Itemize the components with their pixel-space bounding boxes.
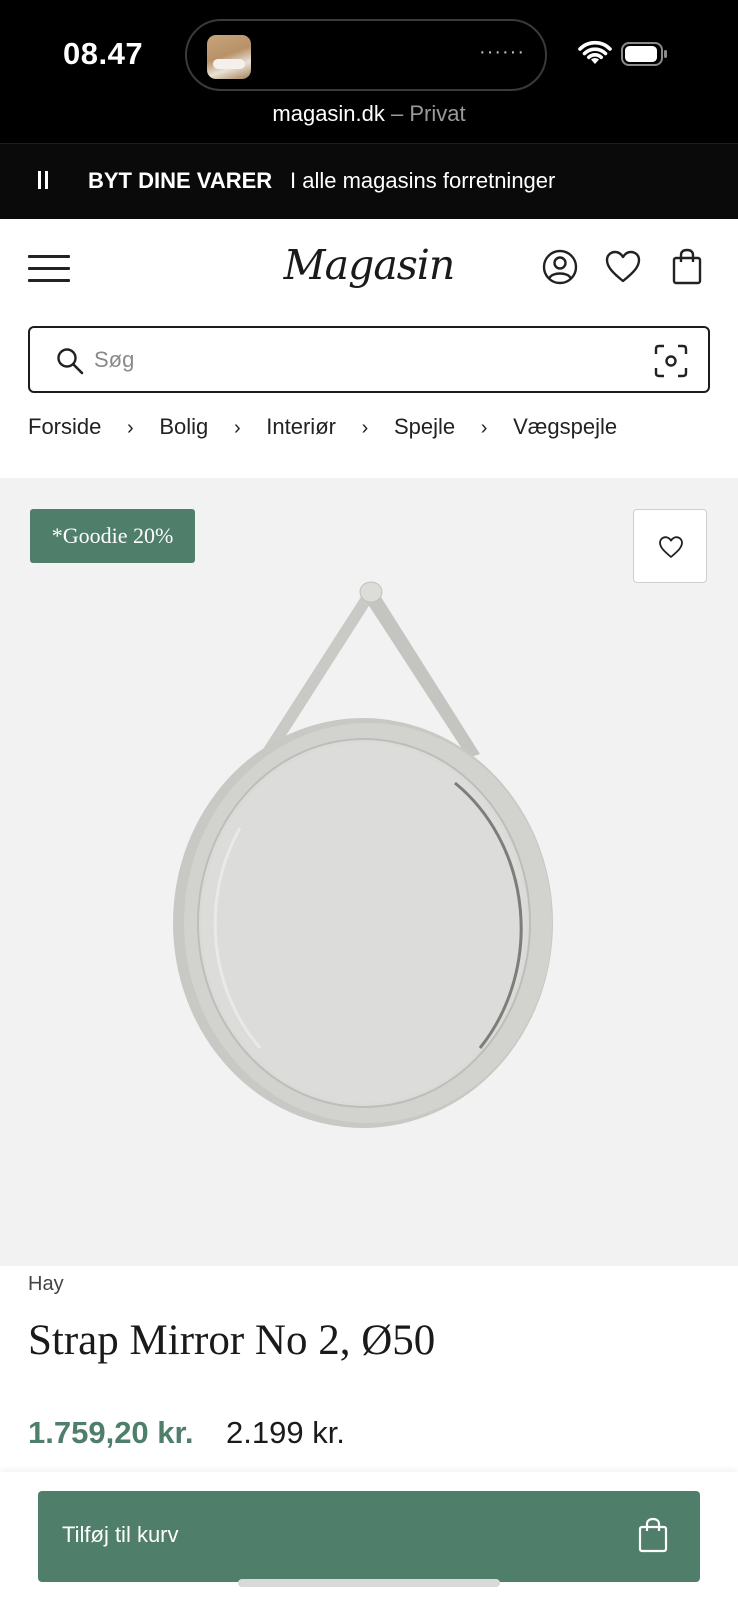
chevron-right-icon: › <box>480 417 488 439</box>
promo-headline: BYT DINE VARER <box>88 168 273 193</box>
breadcrumb-item[interactable]: Spejle <box>394 414 455 440</box>
url-bar[interactable]: magasin.dk – Privat <box>0 101 738 127</box>
battery-icon <box>621 42 667 66</box>
product-title: Strap Mirror No 2, Ø50 <box>28 1317 436 1364</box>
add-to-cart-label: Tilføj til kurv <box>62 1522 179 1547</box>
account-icon[interactable] <box>540 247 580 287</box>
search-bar[interactable] <box>28 326 710 393</box>
wifi-icon <box>578 40 612 64</box>
pause-icon[interactable] <box>37 171 49 191</box>
bag-icon <box>638 1517 668 1553</box>
discount-badge: *Goodie 20% <box>30 509 195 563</box>
sale-price: 1.759,20 kr. <box>28 1415 194 1450</box>
promo-subtext: I alle magasins forretninger <box>290 168 556 193</box>
private-mode-label: – Privat <box>384 101 466 126</box>
home-indicator[interactable] <box>238 1579 500 1587</box>
dots-indicator: ······ <box>479 41 525 63</box>
search-input[interactable] <box>94 342 614 378</box>
site-header: Magasin <box>0 219 738 319</box>
promo-banner[interactable]: BYT DINE VARER I alle magasins forretnin… <box>0 143 738 219</box>
breadcrumb-item[interactable]: Interiør <box>266 414 336 440</box>
chevron-right-icon: › <box>361 417 369 439</box>
add-to-cart-button[interactable]: Tilføj til kurv <box>38 1491 700 1582</box>
breadcrumb-item[interactable]: Forside <box>28 414 101 440</box>
url-domain: magasin.dk <box>272 101 385 126</box>
breadcrumb: Forside › Bolig › Interiør › Spejle › Vægspejle <box>28 414 617 444</box>
status-time: 08.47 <box>63 36 144 71</box>
original-price: 2.199 kr. <box>226 1415 345 1450</box>
bag-icon[interactable] <box>667 247 707 287</box>
camera-scan-icon[interactable] <box>654 344 688 378</box>
product-image-mirror <box>173 581 553 1128</box>
add-to-wishlist-button[interactable] <box>633 509 707 583</box>
browser-status-bar: 08.47 ······ magasin.dk – Privat <box>0 0 738 143</box>
media-thumbnail <box>207 35 251 79</box>
breadcrumb-item[interactable]: Vægspejle <box>513 414 617 440</box>
heart-icon[interactable] <box>603 247 643 287</box>
product-image-gallery[interactable]: *Goodie 20% <box>0 478 738 1266</box>
breadcrumb-item[interactable]: Bolig <box>159 414 208 440</box>
chevron-right-icon: › <box>127 417 134 439</box>
product-brand[interactable]: Hay <box>28 1273 64 1296</box>
dynamic-island[interactable]: ······ <box>185 19 547 91</box>
search-icon <box>57 348 84 375</box>
chevron-right-icon: › <box>233 417 241 439</box>
heart-icon <box>659 536 683 558</box>
